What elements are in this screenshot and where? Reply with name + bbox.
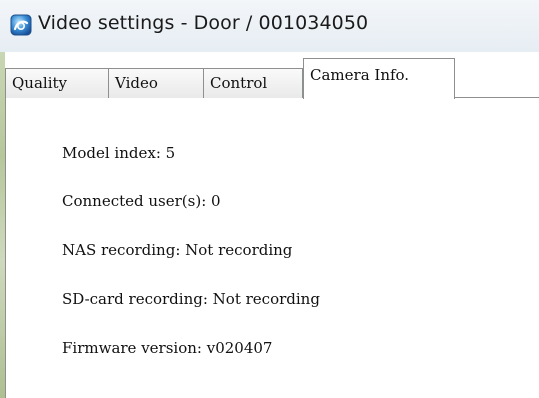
firmware-version-text: Firmware version: v020407 [62,339,273,357]
window-titlebar[interactable]: Video settings - Door / 001034050 [0,0,539,52]
tab-control-label: Control [210,74,268,92]
tab-camera-info[interactable]: Camera Info. [303,58,455,99]
window-title: Video settings - Door / 001034050 [38,12,369,34]
camera-app-icon [10,14,32,36]
tab-quality[interactable]: Quality [5,68,109,98]
tab-quality-label: Quality [12,74,67,92]
tab-camera-info-label: Camera Info. [310,66,410,84]
tab-video[interactable]: Video [108,68,204,98]
model-index-text: Model index: 5 [62,144,176,162]
nas-recording-text: NAS recording: Not recording [62,241,293,259]
video-settings-window: Video settings - Door / 001034050 Qualit… [0,0,539,398]
tab-video-label: Video [115,74,158,92]
connected-users-text: Connected user(s): 0 [62,192,221,210]
camera-info-panel: Model index: 5 Connected user(s): 0 NAS … [6,98,539,398]
tab-bar: Quality Video Control Camera Info. [5,58,539,99]
sd-card-recording-text: SD-card recording: Not recording [62,290,320,308]
tab-control[interactable]: Control [203,68,303,98]
